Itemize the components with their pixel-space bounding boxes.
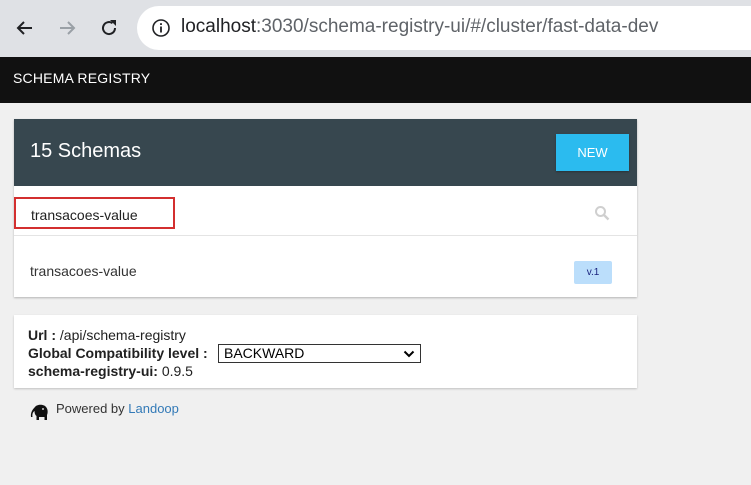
forward-button[interactable] xyxy=(53,14,81,42)
reload-icon xyxy=(102,20,117,36)
chevron-down-icon xyxy=(403,350,415,358)
compatibility-select[interactable]: BACKWARD xyxy=(218,344,421,363)
browser-toolbar: localhost:3030/schema-registry-ui/#/clus… xyxy=(0,0,751,57)
compat-info-line: Global Compatibility level : xyxy=(28,345,208,361)
ui-version: 0.9.5 xyxy=(161,363,193,379)
url-path: :3030/schema-registry-ui/#/cluster/fast-… xyxy=(256,16,659,37)
landoop-link[interactable]: Landoop xyxy=(128,401,179,416)
arrow-right-icon xyxy=(60,21,76,35)
search-input[interactable] xyxy=(31,207,171,223)
compat-label: Global Compatibility level : xyxy=(28,345,208,361)
search-highlight-box xyxy=(14,197,175,229)
schema-name[interactable]: transacoes-value xyxy=(30,263,137,279)
registry-info-card: Url : /api/schema-registry Global Compat… xyxy=(14,315,637,388)
reload-button[interactable] xyxy=(95,14,123,42)
url-host: localhost xyxy=(181,16,256,37)
ui-label: schema-registry-ui: xyxy=(28,363,158,379)
list-item[interactable]: transacoes-value v.1 xyxy=(14,237,637,297)
elephant-logo-icon xyxy=(30,404,48,420)
info-icon[interactable] xyxy=(151,18,171,38)
arrow-left-icon xyxy=(16,21,32,35)
app-header: SCHEMA REGISTRY xyxy=(0,57,751,103)
ui-version-line: schema-registry-ui: 0.9.5 xyxy=(28,363,193,379)
url-value: /api/schema-registry xyxy=(59,327,186,343)
search-icon[interactable] xyxy=(594,205,610,221)
version-badge: v.1 xyxy=(574,261,612,284)
url-info-line: Url : /api/schema-registry xyxy=(28,327,186,343)
schema-count-title: 15 Schemas xyxy=(30,140,142,162)
powered-by-text: Powered by Landoop xyxy=(56,401,179,416)
url-label: Url : xyxy=(28,327,56,343)
app-title[interactable]: SCHEMA REGISTRY xyxy=(13,70,150,86)
address-bar[interactable]: localhost:3030/schema-registry-ui/#/clus… xyxy=(137,6,751,50)
schemas-card: 15 Schemas NEW transacoes-value v.1 xyxy=(14,119,637,297)
back-button[interactable] xyxy=(11,14,39,42)
powered-by-label: Powered by xyxy=(56,401,125,416)
new-schema-button[interactable]: NEW xyxy=(556,134,629,171)
schemas-card-header: 15 Schemas NEW xyxy=(14,119,637,186)
url-text: localhost:3030/schema-registry-ui/#/clus… xyxy=(181,16,658,38)
search-row xyxy=(14,186,637,236)
compat-selected-value: BACKWARD xyxy=(224,345,305,361)
